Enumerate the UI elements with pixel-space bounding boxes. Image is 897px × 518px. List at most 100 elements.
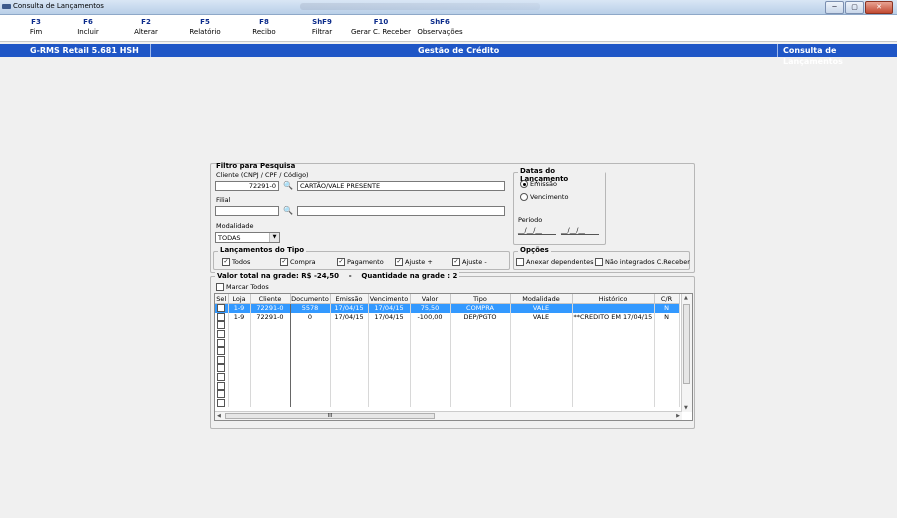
table-row[interactable] [215,381,680,390]
table-cell: 0 [290,312,331,322]
checkbox-pagamento-label: Pagamento [347,258,384,266]
row-select-cell[interactable] [215,329,229,339]
close-button[interactable]: ✕ [865,1,893,14]
filial-code-input[interactable] [215,206,279,216]
toolbar-button-recibo[interactable]: F8 Recibo [232,18,296,37]
checkbox-anexar-dependentes[interactable]: Anexar dependentes [516,258,594,266]
checkbox-empty-icon[interactable] [217,364,226,373]
scroll-left-icon[interactable]: ◀ [217,413,221,419]
chevron-down-icon[interactable]: ▼ [269,233,279,242]
screen-title: Consulta de Lançamentos [783,46,843,66]
filial-search-icon[interactable]: 🔍 [282,206,294,216]
table-cell [330,389,369,399]
table-row[interactable]: 1-9 72291-0 0 17/04/15 17/04/15 -100,00 DEP/PG… [215,312,680,322]
column-header[interactable]: Vencimento [368,294,411,304]
hscroll-thumb[interactable]: III [225,413,435,419]
column-header[interactable]: Emissão [330,294,369,304]
minimize-button[interactable]: ─ [825,1,844,14]
checkbox-empty-icon[interactable] [217,312,226,321]
radio-emissao[interactable]: Emissão [520,180,557,188]
checkbox-marcar-todos[interactable]: Marcar Todos [216,283,269,291]
toolbar-button-incluir[interactable]: F6 Incluir [56,18,120,37]
scroll-thumb[interactable] [683,304,690,384]
toolbar-button-relatorio[interactable]: F5 Relatório [173,18,237,37]
row-select-cell[interactable] [215,346,229,356]
checkbox-ajuste-menos[interactable]: ✓ Ajuste - [452,258,487,266]
modalidade-label: Modalidade [216,222,254,230]
column-header[interactable]: Tipo [450,294,511,304]
row-select-cell[interactable] [215,312,229,322]
row-select-cell[interactable] [215,398,229,408]
checkbox-empty-icon[interactable] [217,355,226,364]
table-cell [654,372,680,382]
row-select-cell[interactable] [215,303,229,313]
checkbox-nao-integrados[interactable]: Não integrados C.Receber [595,258,690,266]
toolbar-button-filtrar[interactable]: ShF9 Filtrar [290,18,354,37]
periodo-ate-input[interactable]: __/__/__ [561,226,599,235]
row-select-cell[interactable] [215,372,229,382]
periodo-de-input[interactable]: __/__/__ [518,226,556,235]
table-cell [410,329,451,339]
row-select-cell[interactable] [215,381,229,390]
table-row[interactable] [215,372,680,382]
column-header[interactable]: Histórico [572,294,655,304]
column-header[interactable]: Modalidade [510,294,573,304]
row-select-cell[interactable] [215,389,229,399]
checkbox-empty-icon[interactable] [217,304,226,313]
table-row[interactable] [215,389,680,399]
toolbar-button-gerar-c-receber[interactable]: F10 Gerar C. Receber [349,18,413,37]
cliente-code-input[interactable]: 72291-0 [215,181,279,191]
table-row[interactable] [215,321,680,330]
checkbox-empty-icon[interactable] [217,390,226,399]
checkbox-empty-icon[interactable] [217,338,226,347]
column-header[interactable]: Sel [215,294,229,304]
checkbox-empty-icon[interactable] [217,347,226,356]
column-header[interactable]: Cliente [250,294,291,304]
checkbox-empty-icon[interactable] [217,330,226,339]
radio-vencimento[interactable]: Vencimento [520,193,568,201]
horizontal-scrollbar[interactable]: ◀ III ▶ [215,411,682,420]
toolbar-button-alterar[interactable]: F2 Alterar [114,18,178,37]
column-header[interactable]: Documento [290,294,331,304]
row-select-cell[interactable] [215,321,229,330]
column-header[interactable]: C/R [654,294,680,304]
column-header[interactable]: Valor [410,294,451,304]
table-cell [654,381,680,390]
checkbox-todos[interactable]: ✓ Todos [222,258,250,266]
table-cell [510,321,573,330]
scroll-up-icon[interactable]: ▲ [684,295,688,301]
row-select-cell[interactable] [215,364,229,373]
table-row[interactable] [215,364,680,373]
checkbox-empty-icon[interactable] [217,398,226,407]
checkbox-empty-icon[interactable] [217,381,226,390]
checkbox-ajuste-mais[interactable]: ✓ Ajuste + [395,258,433,266]
table-cell [450,355,511,365]
vertical-scrollbar[interactable]: ▲ ▼ [681,294,692,412]
filial-name-input[interactable] [297,206,505,216]
table-row[interactable] [215,346,680,356]
summary-line: Valor total na grade: R$ -24,50 - Quanti… [215,272,460,280]
table-row[interactable] [215,355,680,365]
table-row[interactable] [215,338,680,347]
toolbar-button-observacoes[interactable]: ShF6 Observações [408,18,472,37]
cliente-search-icon[interactable]: 🔍 [282,181,294,191]
row-select-cell[interactable] [215,355,229,365]
column-header[interactable]: Loja [228,294,251,304]
cliente-name-input[interactable]: CARTÃO/VALE PRESENTE [297,181,505,191]
table-cell [228,355,251,365]
grid-header-row: Sel Loja Cliente Documento Emissão Vencimento… [215,294,680,304]
table-row[interactable] [215,398,680,408]
row-select-cell[interactable] [215,338,229,347]
table-row[interactable] [215,329,680,339]
lancamentos-grid[interactable]: Sel Loja Cliente Documento Emissão Vencimento… [214,293,693,421]
maximize-button[interactable]: ▢ [845,1,864,14]
table-cell [330,338,369,347]
scroll-right-icon[interactable]: ▶ [676,413,680,419]
checkbox-empty-icon[interactable] [217,373,226,382]
checkbox-compra[interactable]: ✓ Compra [280,258,316,266]
modalidade-select[interactable]: TODAS ▼ [215,232,280,243]
table-row[interactable]: 1-9 72291-0 5578 17/04/15 17/04/15 75,50 COMPR… [215,303,680,313]
checkbox-empty-icon[interactable] [217,321,226,330]
scroll-down-icon[interactable]: ▼ [684,405,688,411]
checkbox-pagamento[interactable]: ✓ Pagamento [337,258,384,266]
